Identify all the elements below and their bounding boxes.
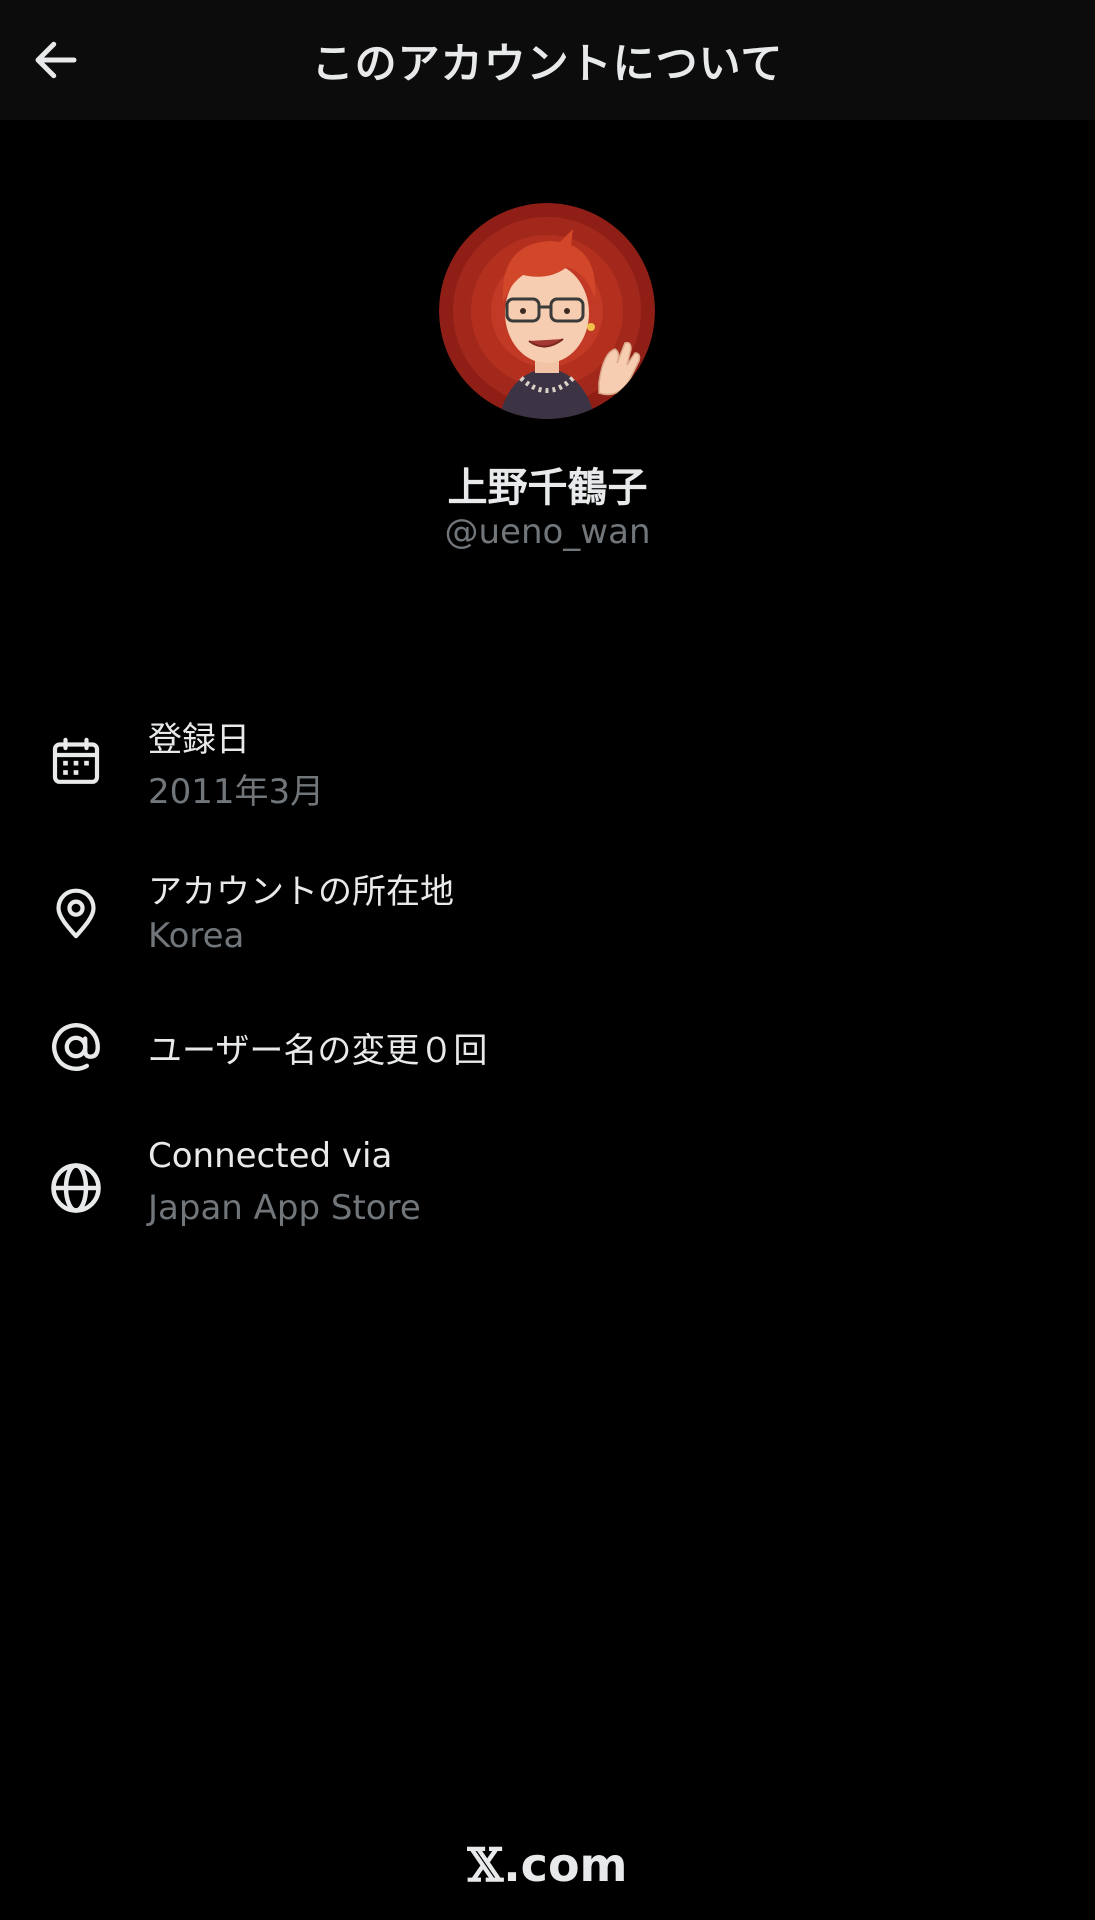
at-sign-icon bbox=[44, 1015, 108, 1079]
calendar-icon bbox=[44, 730, 108, 794]
x-logo-icon: 𝕏 bbox=[467, 1838, 504, 1892]
username-handle: @ueno_wan bbox=[444, 512, 651, 552]
detail-value: Japan App Store bbox=[148, 1188, 421, 1228]
detail-value: Korea bbox=[148, 916, 245, 956]
detail-label: Connected via bbox=[148, 1136, 393, 1176]
x-com-logo: 𝕏.com bbox=[0, 1838, 1095, 1892]
detail-label: アカウントの所在地 bbox=[148, 872, 454, 912]
detail-label: ユーザー名の変更０回 bbox=[148, 1031, 488, 1071]
avatar bbox=[439, 203, 655, 419]
top-app-bar: このアカウントについて bbox=[0, 0, 1095, 120]
detail-value: 2011年3月 bbox=[148, 772, 325, 812]
display-name: 上野千鶴子 bbox=[447, 465, 648, 511]
page-title: このアカウントについて bbox=[311, 39, 784, 88]
detail-label: 登録日 bbox=[148, 720, 250, 760]
logo-domain-suffix: .com bbox=[503, 1838, 628, 1892]
location-pin-icon bbox=[44, 882, 108, 946]
globe-icon bbox=[44, 1156, 108, 1220]
